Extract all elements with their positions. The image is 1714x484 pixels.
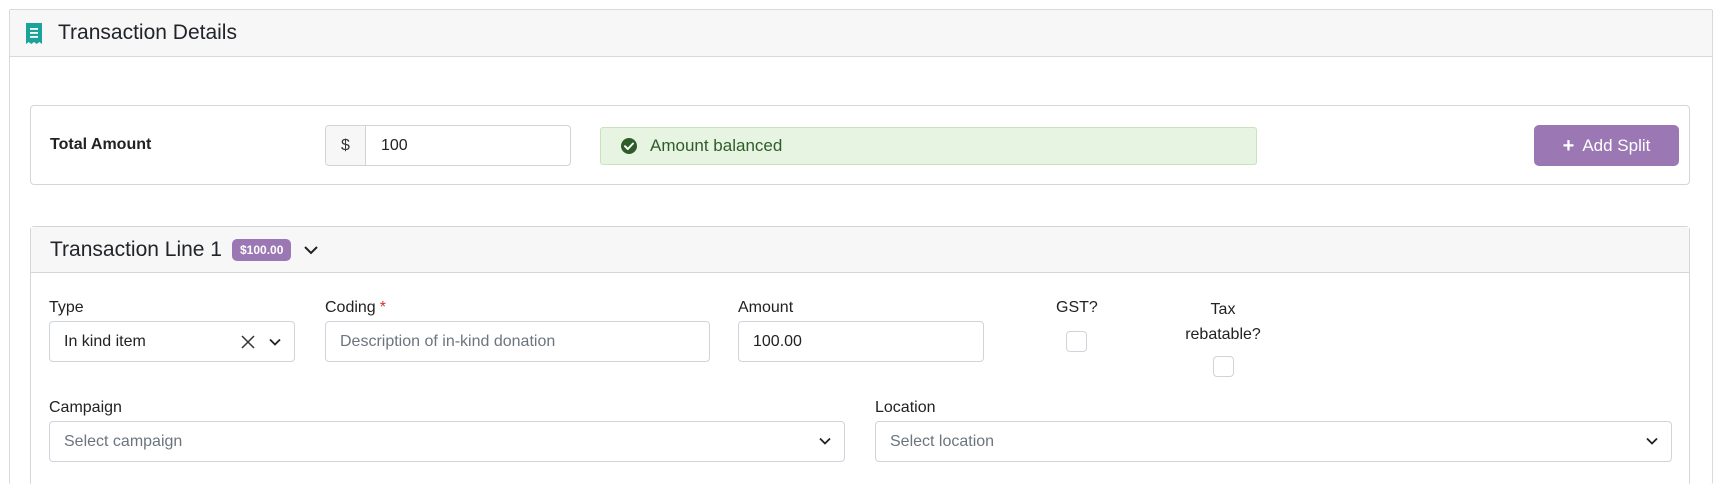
type-select[interactable]: In kind item: [49, 321, 295, 362]
amount-label: Amount: [738, 299, 794, 316]
amount-balanced-alert: Amount balanced: [600, 127, 1257, 165]
transaction-line-title: Transaction Line 1: [50, 237, 222, 261]
location-label: Location: [875, 399, 936, 416]
panel-title: Transaction Details: [58, 21, 237, 44]
chevron-down-icon[interactable]: [303, 242, 319, 258]
total-amount-label: Total Amount: [50, 136, 152, 153]
add-split-button[interactable]: + Add Split: [1534, 125, 1679, 166]
coding-label: Coding *: [325, 299, 386, 317]
type-value: In kind item: [64, 332, 146, 350]
transaction-details-panel: Transaction Details Total Amount $ 100 A…: [9, 9, 1713, 484]
currency-prefix: $: [326, 126, 366, 165]
amount-value: 100.00: [753, 332, 802, 350]
line-amount-badge: $100.00: [232, 238, 292, 261]
clear-icon[interactable]: [240, 334, 256, 350]
location-select[interactable]: Select location: [875, 421, 1672, 462]
location-placeholder: Select location: [890, 432, 995, 450]
chevron-down-icon[interactable]: [818, 434, 832, 448]
check-circle-icon: [620, 137, 638, 155]
chevron-down-icon[interactable]: [1645, 434, 1659, 448]
total-amount-value[interactable]: 100: [366, 126, 570, 165]
amount-input[interactable]: 100.00: [738, 321, 984, 362]
gst-label: GST?: [1056, 299, 1098, 316]
panel-header: Transaction Details: [10, 10, 1712, 57]
tax-rebatable-label: Tax rebatable?: [1173, 297, 1273, 347]
tax-label-line1: Tax: [1210, 301, 1236, 318]
campaign-label: Campaign: [49, 399, 122, 416]
transaction-line-section: Transaction Line 1 $100.00 Type In kind …: [30, 226, 1690, 484]
plus-icon: +: [1562, 134, 1575, 157]
gst-checkbox[interactable]: [1066, 331, 1087, 352]
coding-label-text: Coding: [325, 299, 376, 316]
total-amount-input[interactable]: $ 100: [325, 125, 571, 166]
campaign-select[interactable]: Select campaign: [49, 421, 845, 462]
transaction-line-header[interactable]: Transaction Line 1 $100.00: [31, 227, 1689, 273]
receipt-icon: [26, 22, 44, 44]
coding-input[interactable]: Description of in-kind donation: [325, 321, 710, 362]
amount-balanced-text: Amount balanced: [650, 136, 783, 155]
type-label: Type: [49, 299, 84, 316]
add-split-label: Add Split: [1582, 135, 1651, 155]
total-amount-section: Total Amount $ 100 Amount balanced + Add…: [30, 105, 1690, 185]
required-marker: *: [379, 299, 386, 316]
tax-rebatable-checkbox[interactable]: [1213, 356, 1234, 377]
campaign-placeholder: Select campaign: [64, 432, 183, 450]
chevron-down-icon[interactable]: [268, 335, 282, 349]
tax-label-line2: rebatable?: [1185, 326, 1261, 343]
coding-placeholder: Description of in-kind donation: [340, 332, 556, 350]
